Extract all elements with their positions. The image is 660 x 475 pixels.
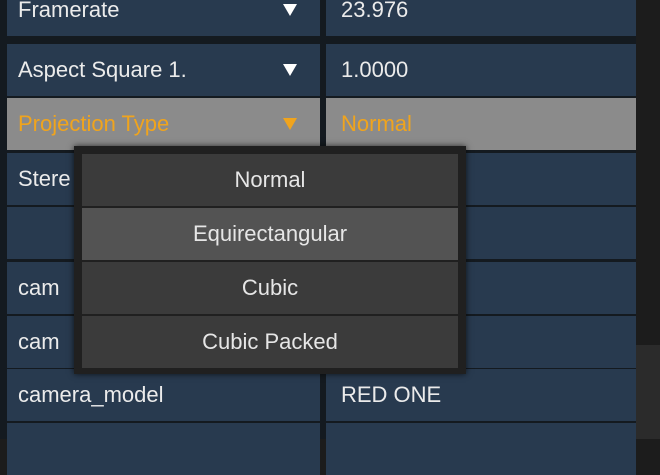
menu-option-cubic-packed[interactable]: Cubic Packed xyxy=(82,316,458,368)
property-row-next[interactable] xyxy=(0,423,636,475)
property-name-label: Stere xyxy=(18,166,71,191)
property-name-label: Projection Type xyxy=(18,111,170,136)
dropdown-arrow-icon[interactable] xyxy=(283,4,297,16)
property-name-label: cam xyxy=(18,329,60,354)
property-value[interactable]: 1.0000 xyxy=(326,44,636,96)
property-value[interactable] xyxy=(326,423,636,475)
side-panel xyxy=(636,0,660,439)
scrollbar-track[interactable] xyxy=(636,345,660,439)
property-name: Aspect Square 1. xyxy=(7,44,320,96)
menu-option-normal[interactable]: Normal xyxy=(82,154,458,206)
property-value[interactable]: 23.976 xyxy=(326,0,636,36)
property-row-camera-model[interactable]: camera_model RED ONE xyxy=(0,369,636,421)
property-value[interactable]: RED ONE xyxy=(326,369,636,421)
property-name: camera_model xyxy=(7,369,320,421)
dropdown-arrow-icon[interactable] xyxy=(283,64,297,76)
property-name-label: camera_model xyxy=(18,382,164,407)
property-name: Projection Type xyxy=(7,98,320,150)
property-name-label: Framerate xyxy=(18,0,120,22)
property-row-framerate[interactable]: Framerate 23.976 xyxy=(0,0,636,36)
property-name-label: Aspect Square 1. xyxy=(18,57,187,82)
property-row-projection-type[interactable]: Projection Type Normal xyxy=(0,98,636,150)
dropdown-arrow-icon[interactable] xyxy=(283,118,297,130)
menu-option-cubic[interactable]: Cubic xyxy=(82,262,458,314)
property-name: Framerate xyxy=(7,0,320,36)
projection-type-dropdown-menu: Normal Equirectangular Cubic Cubic Packe… xyxy=(74,146,466,374)
menu-option-equirectangular[interactable]: Equirectangular xyxy=(82,208,458,260)
property-name xyxy=(7,423,320,475)
property-value[interactable]: Normal xyxy=(326,98,636,150)
property-name-label: cam xyxy=(18,275,60,300)
property-row-aspect-square[interactable]: Aspect Square 1. 1.0000 xyxy=(0,44,636,96)
